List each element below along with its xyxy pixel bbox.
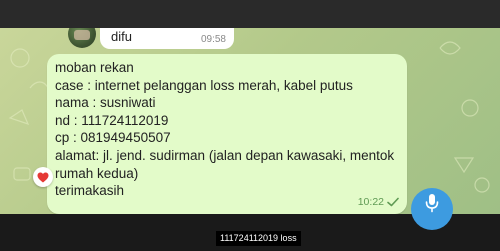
voice-record-button[interactable]	[411, 188, 453, 230]
previous-message-time: 09:58	[200, 34, 226, 45]
message-line: case : internet pelanggan loss merah, ka…	[55, 77, 353, 93]
avatar-photo-detail	[74, 30, 90, 40]
outgoing-message-bubble[interactable]: moban rekan case : internet pelanggan lo…	[47, 54, 407, 214]
message-text: moban rekan case : internet pelanggan lo…	[55, 59, 401, 200]
single-check-icon	[387, 197, 399, 207]
message-line: terimakasih	[55, 183, 125, 199]
microphone-icon	[425, 194, 439, 213]
chat-area[interactable]: difu 09:58 moban rekan case : internet p…	[0, 28, 500, 214]
message-line: moban rekan	[55, 60, 134, 75]
message-reaction[interactable]	[33, 167, 53, 187]
message-line: nama : susniwati	[55, 95, 156, 111]
top-bar	[0, 0, 500, 28]
previous-message-bubble[interactable]: difu 09:58	[100, 28, 234, 49]
previous-message-sender: difu	[111, 29, 132, 44]
message-time: 10:22	[357, 196, 384, 208]
video-caption: 111724112019 loss	[216, 231, 301, 246]
message-line: alamat: jl. jend. sudirman (jalan depan …	[55, 147, 395, 181]
message-meta: 10:22	[358, 196, 399, 208]
message-line: cp : 081949450507	[55, 130, 171, 146]
heart-icon	[37, 172, 49, 182]
message-line: nd : 111724112019	[55, 112, 169, 128]
